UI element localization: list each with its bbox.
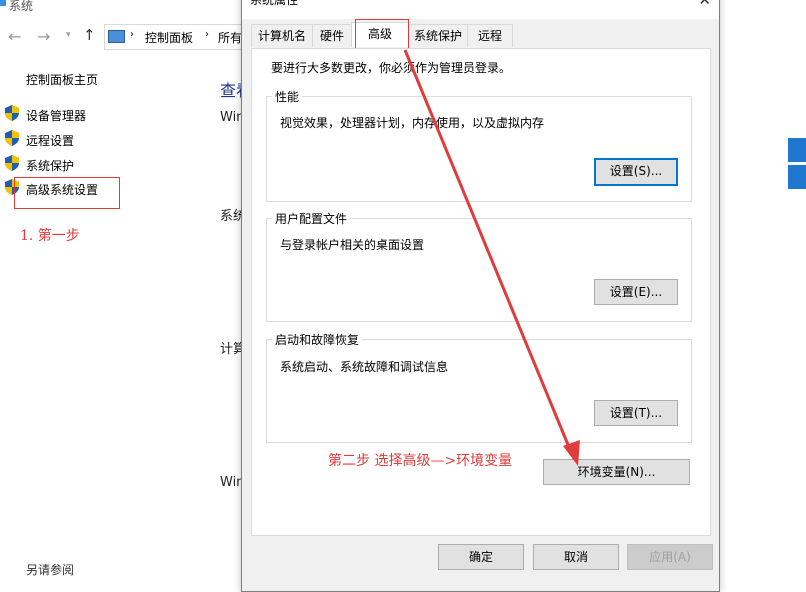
annotation-arrow: [403, 49, 580, 466]
